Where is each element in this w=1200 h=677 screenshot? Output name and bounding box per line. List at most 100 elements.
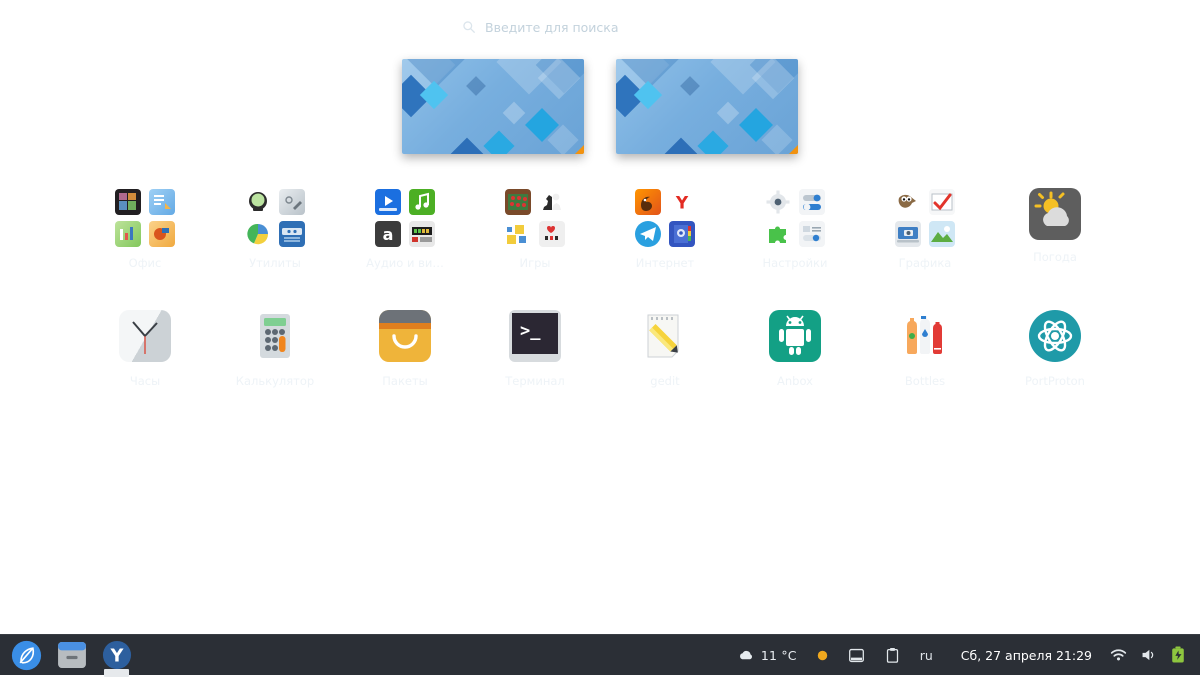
- battery-charging-icon[interactable]: [1170, 646, 1186, 664]
- search-bar[interactable]: [450, 11, 750, 43]
- status-dot-icon[interactable]: [807, 635, 838, 676]
- folder-internet[interactable]: Y Интернет: [615, 175, 715, 280]
- cards-icon: [539, 221, 565, 247]
- folder-settings[interactable]: Настройки: [745, 175, 845, 280]
- grid-cell: Пакеты: [340, 310, 470, 388]
- folder-utilities[interactable]: Утилиты: [225, 175, 325, 280]
- app-bottles[interactable]: Bottles: [899, 310, 951, 388]
- grid-cell: Настройки: [730, 175, 860, 280]
- grid-cell: Офис: [80, 175, 210, 280]
- folder-games[interactable]: Игры: [485, 175, 585, 280]
- grid-cell: Утилиты: [210, 175, 340, 280]
- menu-button[interactable]: [8, 637, 45, 674]
- bottles-icon: [899, 310, 951, 362]
- window-button-minimized[interactable]: [53, 637, 90, 674]
- calculator-icon: [249, 310, 301, 362]
- yandex-icon: Y: [102, 640, 132, 670]
- app-gedit[interactable]: gedit: [639, 310, 691, 388]
- grid-cell: PortProton: [990, 310, 1120, 388]
- anbox-icon: [769, 310, 821, 362]
- search-input[interactable]: [485, 20, 738, 35]
- window-icon: [58, 642, 86, 668]
- app-weather[interactable]: Погода: [1029, 188, 1081, 264]
- app-label: gedit: [650, 374, 679, 388]
- folder-icon-preview: [245, 189, 305, 247]
- app-label: Погода: [1033, 250, 1077, 264]
- folder-office[interactable]: Офис: [95, 175, 195, 280]
- app-row-2: Часы Калькулятор Пакеты >_ Терминал: [80, 310, 1120, 388]
- grid-cell: a Аудио и ви…: [340, 175, 470, 280]
- folder-label: Утилиты: [249, 256, 301, 270]
- calc-icon: [115, 221, 141, 247]
- preferences-icon: [799, 221, 825, 247]
- grid-cell: gedit: [600, 310, 730, 388]
- terminal-icon: >_: [509, 310, 561, 362]
- app-label: Bottles: [905, 374, 945, 388]
- app-portproton[interactable]: PortProton: [1025, 310, 1085, 388]
- workspace-thumbnail-2[interactable]: [616, 59, 798, 154]
- workspace-marker: [789, 145, 798, 154]
- workspace-switcher: [0, 59, 1200, 154]
- folder-label: Аудио и ви…: [366, 256, 444, 270]
- archive-manager-icon: [279, 221, 305, 247]
- video-player-icon: [375, 189, 401, 215]
- clipboard-icon[interactable]: [875, 635, 910, 676]
- app-label: Терминал: [505, 374, 564, 388]
- volume-icon[interactable]: [1140, 647, 1157, 663]
- disk-monitor-icon: [245, 189, 271, 215]
- tray-weather[interactable]: 11 °C: [728, 635, 807, 676]
- math-icon: [115, 189, 141, 215]
- grid-cell: Y Интернет: [600, 175, 730, 280]
- app-anbox[interactable]: Anbox: [769, 310, 821, 388]
- puzzle-icon: [765, 221, 791, 247]
- app-packages[interactable]: Пакеты: [379, 310, 431, 388]
- taskbar-left: Y: [0, 637, 135, 674]
- folder-label: Игры: [519, 256, 550, 270]
- svg-text:>_: >_: [520, 321, 541, 341]
- search-icon: [462, 20, 476, 34]
- packages-icon: [379, 310, 431, 362]
- gedit-icon: [639, 310, 691, 362]
- folder-graphics[interactable]: Графика: [875, 175, 975, 280]
- workspace-marker: [575, 145, 584, 154]
- desktop[interactable]: Офис Утилиты: [0, 0, 1200, 634]
- yandex-browser-icon: Y: [669, 189, 695, 215]
- chess-icon: [539, 189, 565, 215]
- folder-icon-preview: a: [375, 189, 435, 247]
- leaf-icon: [11, 640, 42, 671]
- music-icon: [409, 189, 435, 215]
- clock-icon: [119, 310, 171, 362]
- contacts-icon: [669, 221, 695, 247]
- folder-icon-preview: [505, 189, 565, 247]
- system-tray: 11 °C ru: [728, 635, 943, 676]
- app-label: Пакеты: [382, 374, 428, 388]
- firefox-icon: [635, 189, 661, 215]
- taskbar: Y 11 °C ru Сб, 27 апреля 21:29: [0, 634, 1200, 675]
- disk-usage-icon: [245, 221, 271, 247]
- folder-label: Графика: [899, 256, 952, 270]
- disk-utility-icon: [279, 189, 305, 215]
- folder-icon-preview: [895, 189, 955, 247]
- app-clock[interactable]: Часы: [119, 310, 171, 388]
- app-terminal[interactable]: >_ Терминал: [505, 310, 564, 388]
- grid-cell: Bottles: [860, 310, 990, 388]
- blocks-icon: [505, 221, 531, 247]
- system-icons: [1106, 646, 1190, 664]
- app-calculator[interactable]: Калькулятор: [236, 310, 314, 388]
- window-button-yandex[interactable]: Y: [98, 637, 135, 674]
- tray-temperature: 11 °C: [761, 648, 797, 663]
- audacious-icon: a: [375, 221, 401, 247]
- display-icon[interactable]: [838, 635, 875, 676]
- app-label: Часы: [130, 374, 160, 388]
- folder-audio-video[interactable]: a Аудио и ви…: [355, 175, 455, 280]
- grid-cell: Игры: [470, 175, 600, 280]
- app-grid: Офис Утилиты: [80, 175, 1120, 388]
- impress-icon: [149, 221, 175, 247]
- drawing-icon: [929, 189, 955, 215]
- keyboard-layout[interactable]: ru: [910, 635, 943, 676]
- workspace-thumbnail-1[interactable]: [402, 59, 584, 154]
- folder-icon-preview: Y: [635, 189, 695, 247]
- wifi-icon[interactable]: [1110, 648, 1127, 662]
- settings-panel-icon: [799, 189, 825, 215]
- clock[interactable]: Сб, 27 апреля 21:29: [943, 648, 1106, 663]
